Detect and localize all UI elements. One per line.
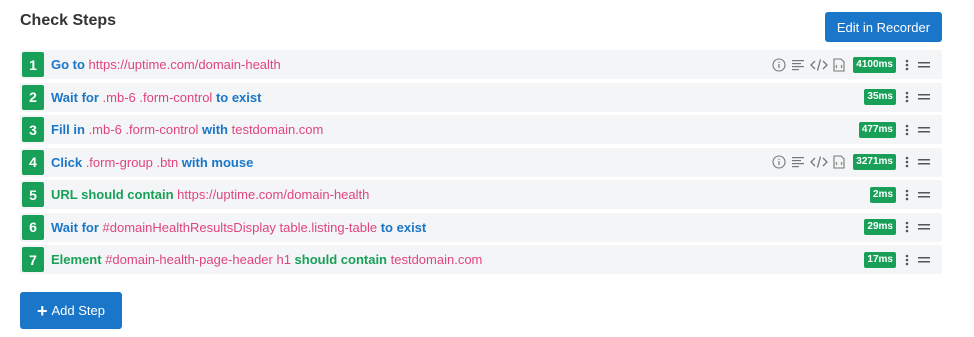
duration-badge: 477ms bbox=[858, 121, 896, 138]
step-number: 4 bbox=[22, 149, 44, 175]
kebab-menu-icon[interactable] bbox=[905, 124, 909, 136]
code-icon[interactable] bbox=[810, 58, 829, 72]
step-keyword: Wait for bbox=[51, 89, 99, 105]
step-keyword: to exist bbox=[377, 219, 427, 235]
step-description: Wait for #domainHealthResultsDisplay tab… bbox=[51, 220, 426, 235]
duration-badge: 17ms bbox=[864, 251, 896, 268]
step-value: .mb-6 .form-control bbox=[98, 89, 213, 105]
step-value: #domain-health-page-header h1 bbox=[101, 252, 291, 267]
step-keyword: with mouse bbox=[178, 154, 254, 170]
page-title: Check Steps bbox=[20, 12, 117, 29]
step-value: testdomain.com bbox=[387, 252, 483, 267]
plus-icon: + bbox=[36, 300, 48, 321]
steps-list: 1 Go to https://uptime.com/domain-health 4… bbox=[20, 50, 942, 278]
kebab-menu-icon[interactable] bbox=[905, 91, 909, 103]
step-actions: 3271ms bbox=[772, 148, 930, 177]
step-keyword: with bbox=[198, 122, 228, 137]
drag-handle-icon[interactable] bbox=[918, 191, 930, 199]
drag-handle-icon[interactable] bbox=[918, 223, 930, 231]
step-description: URL should contain https://uptime.com/do… bbox=[51, 187, 369, 202]
drag-handle-icon[interactable] bbox=[918, 61, 930, 69]
step-keyword: URL should contain bbox=[51, 187, 174, 202]
step-actions: 4100ms bbox=[772, 50, 930, 79]
kebab-menu-icon[interactable] bbox=[905, 221, 909, 233]
kebab-menu-icon[interactable] bbox=[905, 189, 909, 201]
step-keyword: Fill in bbox=[51, 122, 85, 137]
step-actions: 17ms bbox=[856, 245, 930, 274]
step-value: .form-group .btn bbox=[82, 154, 179, 170]
step-keyword: to exist bbox=[212, 89, 262, 105]
step-value: .mb-6 .form-control bbox=[84, 122, 199, 137]
step-row[interactable]: 1 Go to https://uptime.com/domain-health 4… bbox=[20, 50, 942, 79]
kebab-menu-icon[interactable] bbox=[905, 156, 909, 168]
step-value: #domainHealthResultsDisplay table.listin… bbox=[98, 219, 378, 235]
step-value: testdomain.com bbox=[227, 122, 324, 137]
file-icon[interactable] bbox=[833, 155, 845, 169]
step-number: 5 bbox=[22, 182, 44, 207]
step-row[interactable]: 4 Click .form-group .btn with mouse 3271ms bbox=[20, 147, 942, 177]
step-keyword: Click bbox=[51, 154, 83, 170]
text-lines-icon[interactable] bbox=[791, 58, 805, 72]
step-keyword: Go to bbox=[51, 57, 85, 72]
step-number: 6 bbox=[22, 214, 44, 240]
duration-badge: 2ms bbox=[869, 186, 896, 203]
duration-badge: 35ms bbox=[864, 89, 896, 105]
step-number: 7 bbox=[22, 247, 44, 272]
step-description: Element #domain-health-page-header h1 sh… bbox=[51, 252, 482, 267]
step-description: Wait for .mb-6 .form-control to exist bbox=[51, 90, 261, 105]
step-description: Go to https://uptime.com/domain-health bbox=[51, 57, 281, 72]
step-number: 2 bbox=[22, 84, 44, 110]
kebab-menu-icon[interactable] bbox=[905, 254, 909, 266]
info-icon[interactable] bbox=[772, 57, 786, 72]
step-row[interactable]: 6 Wait for #domainHealthResultsDisplay ta… bbox=[20, 212, 942, 242]
step-number: 1 bbox=[22, 52, 44, 77]
code-icon[interactable] bbox=[810, 155, 829, 169]
step-row[interactable]: 3 Fill in .mb-6 .form-control with testdo… bbox=[20, 115, 942, 144]
step-value: https://uptime.com/domain-health bbox=[84, 57, 281, 72]
step-description: Click .form-group .btn with mouse bbox=[51, 155, 253, 170]
step-actions: 29ms bbox=[856, 213, 930, 242]
step-actions: 2ms bbox=[862, 180, 930, 209]
duration-badge: 4100ms bbox=[853, 56, 896, 73]
drag-handle-icon[interactable] bbox=[918, 256, 930, 264]
add-step-button[interactable]: + Add Step bbox=[20, 292, 122, 329]
duration-badge: 29ms bbox=[864, 219, 896, 235]
step-keyword: should contain bbox=[290, 252, 387, 267]
step-number: 3 bbox=[22, 117, 44, 142]
kebab-menu-icon[interactable] bbox=[905, 59, 909, 71]
add-step-label: Add Step bbox=[51, 303, 106, 318]
step-keyword: Element bbox=[51, 252, 102, 267]
step-row[interactable]: 2 Wait for .mb-6 .form-control to exist 35… bbox=[20, 82, 942, 112]
step-description: Fill in .mb-6 .form-control with testdom… bbox=[51, 122, 323, 137]
step-row[interactable]: 5 URL should contain https://uptime.com/d… bbox=[20, 180, 942, 209]
step-value: https://uptime.com/domain-health bbox=[173, 187, 370, 202]
file-icon[interactable] bbox=[833, 57, 845, 72]
edit-in-recorder-button[interactable]: Edit in Recorder bbox=[825, 12, 942, 42]
step-row[interactable]: 7 Element #domain-health-page-header h1 s… bbox=[20, 245, 942, 274]
text-lines-icon[interactable] bbox=[791, 155, 805, 169]
step-actions: 477ms bbox=[851, 115, 930, 144]
drag-handle-icon[interactable] bbox=[918, 158, 930, 166]
step-actions: 35ms bbox=[856, 83, 930, 112]
drag-handle-icon[interactable] bbox=[918, 93, 930, 101]
drag-handle-icon[interactable] bbox=[918, 126, 930, 134]
step-keyword: Wait for bbox=[51, 219, 99, 235]
info-icon[interactable] bbox=[772, 155, 786, 169]
duration-badge: 3271ms bbox=[853, 154, 896, 170]
